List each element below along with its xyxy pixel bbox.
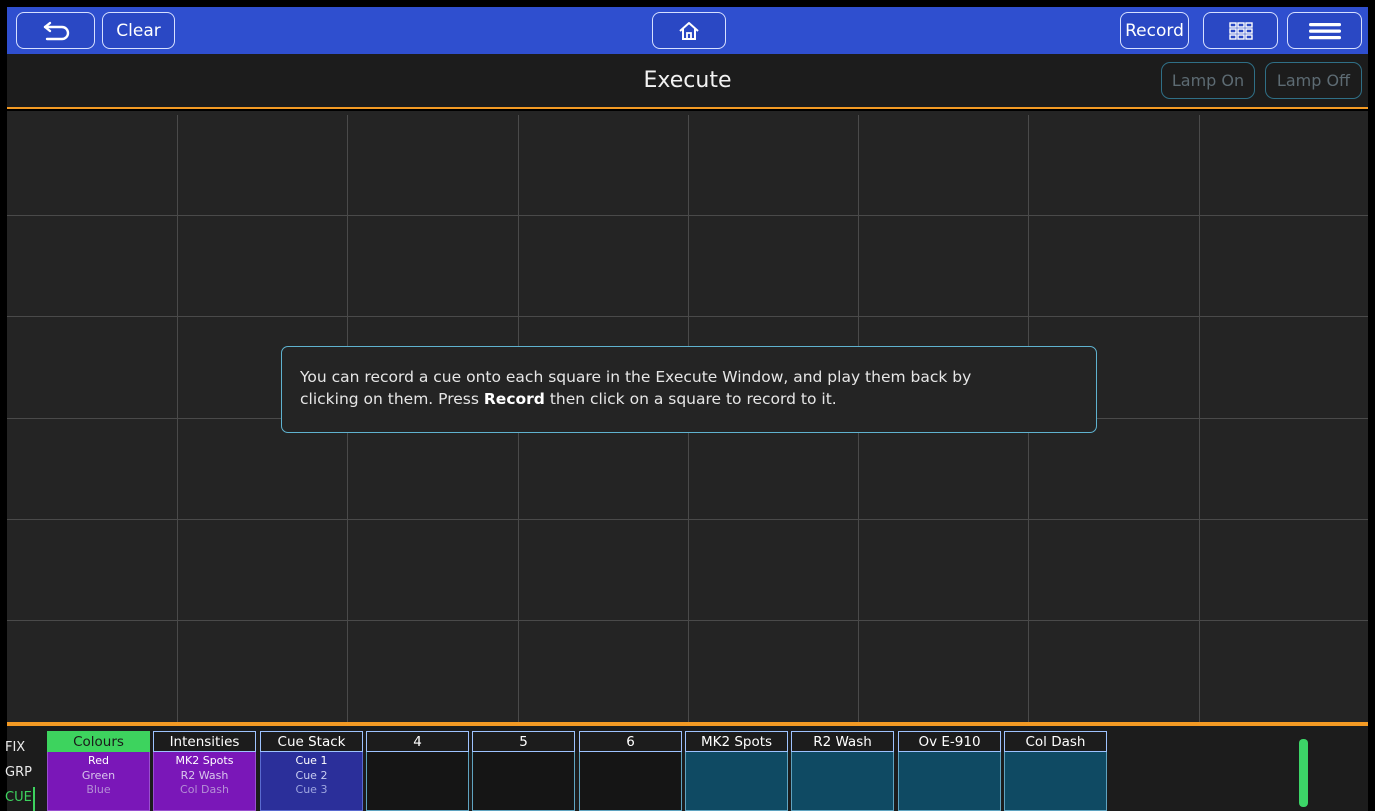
menu-button[interactable] (1287, 12, 1362, 49)
info-line-2: clicking on them. Press Record then clic… (300, 388, 1078, 410)
home-button[interactable] (652, 12, 726, 49)
mode-cue-indicator (33, 787, 35, 811)
top-toolbar: Clear Record (7, 7, 1368, 54)
title-bar: Execute Lamp On Lamp Off (7, 54, 1368, 109)
hamburger-menu-icon (1308, 21, 1341, 41)
playback-label: 5 (472, 731, 575, 752)
playback-item: Red (88, 754, 109, 767)
playback-ov-e-910[interactable]: Ov E-910 (898, 731, 1001, 811)
playback-item: Cue 3 (295, 783, 328, 796)
clear-label: Clear (116, 20, 161, 41)
playback-intensities[interactable]: Intensities MK2 Spots R2 Wash Col Dash (153, 731, 256, 811)
playback-body (472, 752, 575, 811)
playback-body (1004, 752, 1107, 811)
playback-label: 6 (579, 731, 682, 752)
playback-cue-stack[interactable]: Cue Stack Cue 1 Cue 2 Cue 3 (260, 731, 363, 811)
playback-body: Red Green Blue (47, 752, 150, 811)
playback-r2-wash[interactable]: R2 Wash (791, 731, 894, 811)
clear-button[interactable]: Clear (102, 12, 175, 49)
lamp-on-label: Lamp On (1171, 71, 1245, 90)
playback-body (685, 752, 788, 811)
lamp-on-button[interactable]: Lamp On (1161, 62, 1255, 99)
playback-label: Col Dash (1004, 731, 1107, 752)
playback-label: Colours (47, 731, 150, 752)
home-icon (678, 21, 700, 41)
playback-item: Cue 1 (295, 754, 328, 767)
info-message: You can record a cue onto each square in… (281, 346, 1097, 433)
playback-colours[interactable]: Colours Red Green Blue (47, 731, 150, 811)
playback-body: MK2 Spots R2 Wash Col Dash (153, 752, 256, 811)
lamp-off-label: Lamp Off (1276, 71, 1351, 90)
mode-fix[interactable]: FIX (5, 740, 25, 755)
playback-body (366, 752, 469, 811)
playback-mk2-spots[interactable]: MK2 Spots (685, 731, 788, 811)
playback-body (898, 752, 1001, 811)
grid-line (7, 620, 1368, 621)
playback-item: R2 Wash (180, 768, 229, 782)
grid-line (7, 519, 1368, 520)
grid-view-icon (1228, 21, 1253, 40)
grid-view-button[interactable] (1203, 12, 1278, 49)
mode-cue[interactable]: CUE (5, 790, 32, 805)
playback-label: Ov E-910 (898, 731, 1001, 752)
master-fader[interactable] (1299, 739, 1308, 807)
playback-item: Cue 2 (295, 768, 328, 782)
info-record-emphasis: Record (483, 390, 545, 408)
playback-5[interactable]: 5 (472, 731, 575, 811)
grid-line (7, 316, 1368, 317)
lamp-off-button[interactable]: Lamp Off (1265, 62, 1362, 99)
playback-label: Cue Stack (260, 731, 363, 752)
record-label: Record (1125, 20, 1184, 41)
playback-item: Blue (86, 783, 111, 796)
info-text: clicking on them. Press (300, 390, 484, 408)
playback-6[interactable]: 6 (579, 731, 682, 811)
record-button[interactable]: Record (1120, 12, 1189, 49)
playback-label: Intensities (153, 731, 256, 752)
playback-item: Col Dash (180, 783, 229, 796)
back-arrow-icon (42, 21, 70, 41)
back-button[interactable] (16, 12, 95, 49)
playback-label: 4 (366, 731, 469, 752)
grid-line (7, 215, 1368, 216)
playback-body (791, 752, 894, 811)
playback-item: MK2 Spots (175, 754, 234, 767)
playback-col-dash[interactable]: Col Dash (1004, 731, 1107, 811)
playback-item: Green (81, 768, 116, 782)
playback-body (579, 752, 682, 811)
playback-label: R2 Wash (791, 731, 894, 752)
info-text: then click on a square to record to it. (544, 390, 837, 408)
playback-4[interactable]: 4 (366, 731, 469, 811)
mode-grp[interactable]: GRP (5, 765, 32, 780)
playback-body: Cue 1 Cue 2 Cue 3 (260, 752, 363, 811)
playback-label: MK2 Spots (685, 731, 788, 752)
info-line-1: You can record a cue onto each square in… (300, 368, 972, 386)
